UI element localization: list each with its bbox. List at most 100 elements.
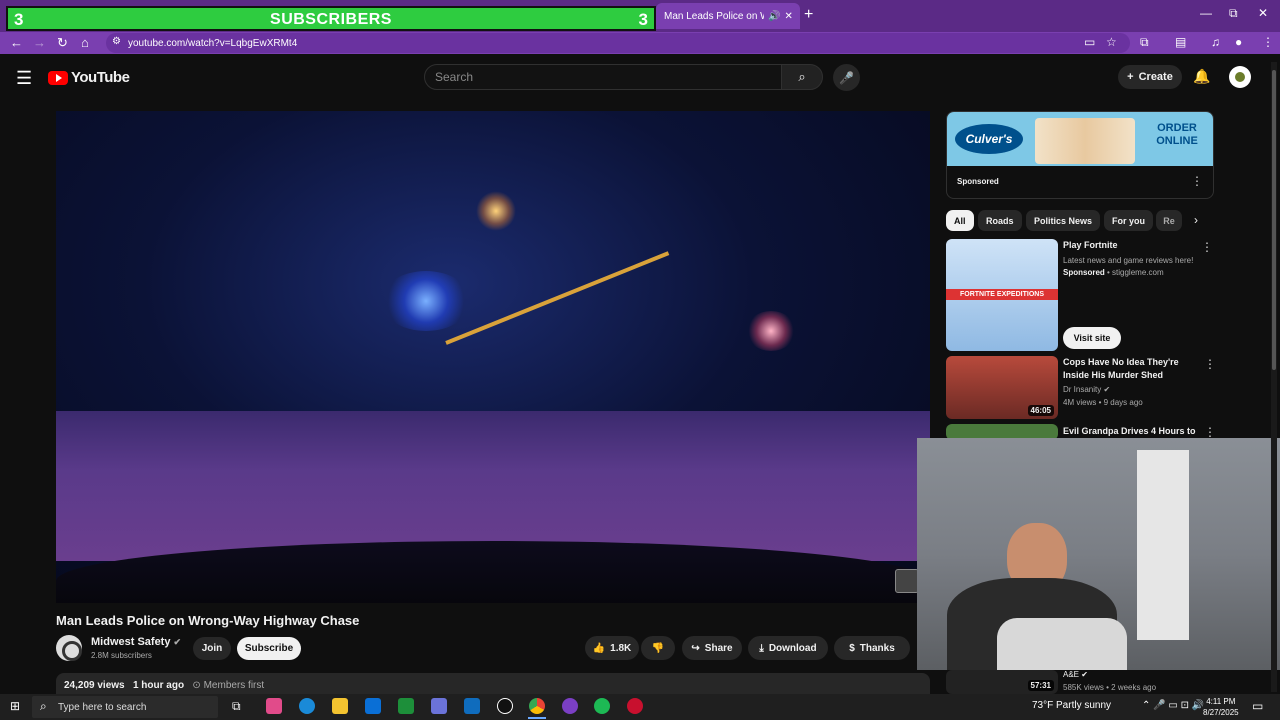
close-window-button[interactable]: ✕ bbox=[1258, 6, 1268, 20]
related-title-3[interactable]: Evil Grandpa Drives 4 Hours to bbox=[1063, 425, 1203, 438]
file-explorer-icon[interactable] bbox=[332, 698, 348, 714]
channel-name[interactable]: Midwest Safety ✔ bbox=[91, 636, 181, 648]
hamburger-menu-icon[interactable]: ☰ bbox=[16, 68, 32, 89]
home-icon[interactable]: ⌂ bbox=[81, 35, 89, 50]
new-tab-button[interactable]: + bbox=[804, 6, 813, 24]
reload-icon[interactable]: ↻ bbox=[57, 35, 68, 51]
edge-icon[interactable] bbox=[299, 698, 315, 714]
share-label: Share bbox=[704, 642, 733, 654]
plus-icon: + bbox=[1127, 71, 1134, 83]
search-input[interactable]: Search bbox=[424, 64, 782, 90]
store-icon[interactable] bbox=[365, 698, 381, 714]
video-player[interactable] bbox=[56, 111, 930, 603]
chip-for-you[interactable]: For you bbox=[1104, 210, 1153, 231]
youtube-play-icon bbox=[48, 70, 68, 85]
reading-list-icon[interactable]: ▤ bbox=[1175, 35, 1186, 49]
search-button[interactable]: ⌕ bbox=[781, 64, 823, 90]
close-tab-icon[interactable]: ✕ bbox=[784, 11, 792, 22]
chip-roads[interactable]: Roads bbox=[978, 210, 1022, 231]
tray-icons[interactable]: ⌃ 🎤 ▭ ⊡ 🔊 bbox=[1142, 700, 1204, 711]
related-more-icon-3[interactable]: ⋮ bbox=[1204, 425, 1216, 439]
visit-site-button[interactable]: Visit site bbox=[1063, 327, 1121, 349]
cast-icon[interactable]: ▭ bbox=[1084, 35, 1095, 49]
related-meta-2: 4M views • 9 days ago bbox=[1063, 398, 1143, 407]
related-thumbnail-4[interactable]: 57:31 bbox=[946, 670, 1058, 694]
subscribe-button[interactable]: Subscribe bbox=[237, 637, 301, 660]
windows-start-icon[interactable]: ⊞ bbox=[10, 699, 20, 713]
create-button[interactable]: + Create bbox=[1118, 65, 1182, 89]
restore-button[interactable]: ⧉ bbox=[1229, 6, 1238, 21]
browser-tab-active[interactable]: Man Leads Police on Wrong 🔊 ✕ bbox=[656, 3, 800, 29]
copilot-icon[interactable] bbox=[266, 698, 282, 714]
weather-widget[interactable]: 73°F Partly sunny bbox=[1032, 700, 1111, 711]
related-thumbnail-2[interactable]: 46:05 bbox=[946, 356, 1058, 419]
bookmark-star-icon[interactable]: ☆ bbox=[1106, 35, 1117, 49]
sponsored-ad-card[interactable]: Culver's ORDER ONLINE Sponsored ⋮ bbox=[946, 111, 1214, 199]
taskbar-clock[interactable]: 4:11 PM 8/27/2025 bbox=[1203, 696, 1239, 718]
site-info-icon[interactable]: ⚙ bbox=[112, 36, 121, 47]
subscriber-goal-overlay: 3 SUBSCRIBERS 3 bbox=[6, 6, 656, 31]
join-button[interactable]: Join bbox=[193, 637, 231, 660]
related-more-icon-2[interactable]: ⋮ bbox=[1204, 357, 1216, 371]
outlook-icon[interactable] bbox=[464, 698, 480, 714]
media-control-icon[interactable]: ♫ bbox=[1211, 35, 1220, 49]
scrollbar-thumb[interactable] bbox=[1272, 70, 1276, 370]
xbox-app-icon[interactable] bbox=[398, 698, 414, 714]
like-button[interactable]: 👍 1.8K bbox=[585, 636, 639, 660]
ad-more-options-icon[interactable]: ⋮ bbox=[1191, 174, 1203, 188]
download-button[interactable]: ⤓ Download bbox=[748, 636, 828, 660]
upload-age: 1 hour ago bbox=[132, 680, 185, 691]
channel-watermark[interactable] bbox=[895, 569, 919, 593]
address-bar[interactable]: ⚙ youtube.com/watch?v=LqbgEwXRMt4 bbox=[106, 33, 1130, 53]
chip-all[interactable]: All bbox=[946, 210, 974, 231]
extensions-icon[interactable]: ⧉ bbox=[1140, 35, 1149, 50]
chip-politics-news[interactable]: Politics News bbox=[1026, 210, 1101, 231]
voice-search-button[interactable]: 🎤 bbox=[833, 64, 860, 91]
related-title-fortnite[interactable]: Play Fortnite bbox=[1063, 239, 1203, 252]
thumbs-down-icon: 👎 bbox=[651, 642, 665, 654]
ad-brand-logo: Culver's bbox=[955, 124, 1023, 154]
related-meta-4: 585K views • 2 weeks ago bbox=[1063, 683, 1157, 692]
search-icon: ⌕ bbox=[798, 69, 806, 84]
related-thumbnail-fortnite[interactable]: FORTNITE EXPEDITIONS bbox=[946, 239, 1058, 351]
discord-like-icon[interactable] bbox=[431, 698, 447, 714]
video-frame-taillights bbox=[746, 311, 796, 351]
browser-menu-icon[interactable]: ⋮ bbox=[1262, 35, 1274, 49]
fortnite-thumb-text: FORTNITE EXPEDITIONS bbox=[946, 289, 1058, 300]
spotify-icon[interactable] bbox=[594, 698, 610, 714]
channel-avatar[interactable] bbox=[56, 635, 82, 661]
tiktok-icon[interactable] bbox=[497, 698, 513, 714]
chevron-right-icon[interactable]: › bbox=[1194, 213, 1198, 227]
minimize-button[interactable]: — bbox=[1200, 6, 1212, 20]
notifications-bell-icon[interactable]: 🔔 bbox=[1193, 68, 1210, 85]
user-avatar[interactable] bbox=[1229, 66, 1251, 88]
video-frame-police-light bbox=[381, 271, 471, 331]
video-frame-road bbox=[56, 411, 930, 561]
notification-center-icon[interactable]: ▭ bbox=[1252, 699, 1263, 713]
view-count: 24,209 views bbox=[64, 680, 125, 691]
chip-truncated[interactable]: Re bbox=[1156, 210, 1182, 231]
chrome-icon[interactable] bbox=[529, 698, 545, 714]
youtube-logo[interactable]: YouTube bbox=[48, 69, 130, 86]
back-arrow-icon[interactable]: ← bbox=[10, 35, 23, 50]
verified-check-icon: ✔ bbox=[1103, 385, 1111, 394]
messenger-icon[interactable] bbox=[562, 698, 578, 714]
related-domain: stiggleme.com bbox=[1112, 268, 1164, 277]
microphone-icon: 🎤 bbox=[839, 70, 854, 85]
duration-badge: 46:05 bbox=[1027, 405, 1054, 416]
task-view-icon[interactable]: ⧉ bbox=[232, 699, 241, 714]
dislike-button[interactable]: 👎 bbox=[641, 636, 675, 660]
related-title-2[interactable]: Cops Have No Idea They're Inside His Mur… bbox=[1063, 356, 1203, 382]
clock-time: 4:11 PM bbox=[1206, 697, 1236, 706]
speaker-icon[interactable]: 🔊 bbox=[768, 11, 780, 22]
profile-icon[interactable]: ● bbox=[1235, 35, 1242, 49]
ad-sponsored-label: Sponsored bbox=[957, 177, 999, 186]
share-button[interactable]: ↪ Share bbox=[682, 636, 742, 660]
taskbar-search-input[interactable]: Type here to search bbox=[32, 696, 218, 718]
app-icon-red[interactable] bbox=[627, 698, 643, 714]
related-channel-4: A&E ✔ bbox=[1063, 670, 1088, 679]
thanks-button[interactable]: $ Thanks bbox=[834, 636, 910, 660]
related-more-icon-1[interactable]: ⋮ bbox=[1201, 240, 1213, 254]
forward-arrow-icon[interactable]: → bbox=[33, 35, 46, 50]
webcam-overlay bbox=[917, 438, 1280, 670]
